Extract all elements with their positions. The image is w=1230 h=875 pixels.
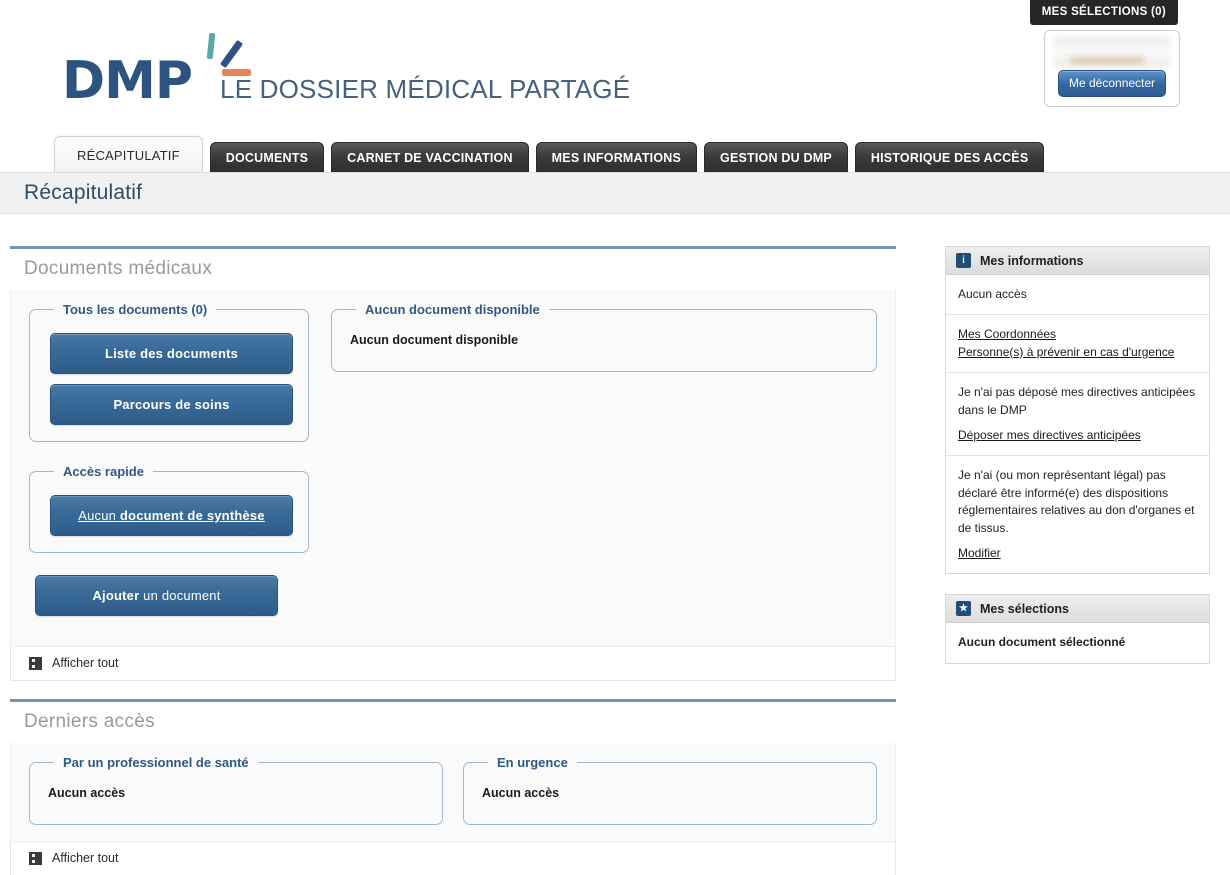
tab-historique-acces[interactable]: HISTORIQUE DES ACCÈS: [854, 141, 1045, 172]
fieldset-par-professionnel: Par un professionnel de santé Aucun accè…: [29, 755, 443, 825]
my-selections-tab[interactable]: MES SÉLECTIONS (0): [1029, 0, 1178, 25]
panel-derniers-acces: Derniers accès Par un professionnel de s…: [10, 699, 896, 875]
widget-mes-informations: i Mes informations Aucun accès Mes Coord…: [945, 246, 1210, 575]
ajouter-un-document-button[interactable]: Ajouter un document: [35, 575, 278, 616]
widget-mes-selections-header: ★ Mes sélections: [946, 595, 1209, 624]
widget-mes-informations-header: i Mes informations: [946, 247, 1209, 275]
page-title-bar: Récapitulatif: [0, 172, 1230, 214]
mes-selections-empty: Aucun document sélectionné: [958, 635, 1126, 650]
organes-text: Je n'ai (ou mon représentant légal) pas …: [958, 468, 1195, 535]
tab-carnet-vaccination[interactable]: CARNET DE VACCINATION: [331, 141, 529, 172]
panel-documents-header: Documents médicaux: [10, 246, 896, 290]
logo-teal-tick-icon: [206, 32, 216, 60]
mes-informations-links: Mes Coordonnées Personne(s) à prévenir e…: [946, 315, 1209, 374]
ajouter-rest: un document: [139, 588, 221, 603]
fieldset-en-urgence: En urgence Aucun accès: [463, 755, 877, 825]
acces-urgence-wrap: En urgence Aucun accès: [463, 755, 877, 825]
acces-row: Par un professionnel de santé Aucun accè…: [29, 755, 877, 825]
documents-right-column: Aucun document disponible Aucun document…: [331, 302, 877, 372]
logo-tagline: LE DOSSIER MÉDICAL PARTAGÉ: [220, 74, 631, 104]
panel-acces-body: Par un professionnel de santé Aucun accè…: [10, 743, 896, 841]
info-icon: i: [956, 253, 971, 268]
fieldset-en-urgence-legend: En urgence: [497, 755, 568, 770]
acces-professionnel-text: Aucun accès: [48, 786, 126, 800]
link-deposer-directives[interactable]: Déposer mes directives anticipées: [958, 427, 1197, 444]
documents-bottom-column: Accès rapide Aucun document de synthèse …: [29, 464, 309, 616]
panel-documents-body: Tous les documents (0) Liste des documen…: [10, 290, 896, 646]
acces-afficher-tout-row[interactable]: Afficher tout: [10, 841, 896, 875]
parcours-de-soins-button[interactable]: Parcours de soins: [50, 384, 293, 425]
acces-afficher-tout-label: Afficher tout: [52, 851, 119, 865]
logo-wordmark: DMP: [62, 51, 193, 111]
aucun-document-text: Aucun document disponible: [350, 333, 519, 347]
widget-mes-informations-title: Mes informations: [980, 253, 1084, 268]
fieldset-tous-les-documents: Tous les documents (0) Liste des documen…: [29, 302, 309, 442]
panel-documents-title: Documents médicaux: [24, 258, 213, 279]
widget-mes-selections-title: Mes sélections: [980, 601, 1069, 616]
directives-text: Je n'ai pas déposé mes directives antici…: [958, 385, 1196, 417]
widget-mes-selections: ★ Mes sélections Aucun document sélectio…: [945, 594, 1210, 664]
fieldset-acces-rapide: Accès rapide Aucun document de synthèse: [29, 464, 309, 553]
redacted-user-name: [1053, 37, 1171, 71]
documents-left-column: Tous les documents (0) Liste des documen…: [29, 302, 309, 442]
logo-blue-tick-icon: [219, 39, 244, 69]
documents-afficher-tout-row[interactable]: Afficher tout: [10, 646, 896, 681]
star-icon: ★: [956, 601, 971, 617]
tab-gestion-dmp[interactable]: GESTION DU DMP: [704, 141, 848, 172]
link-personne-a-prevenir[interactable]: Personne(s) à prévenir en cas d'urgence: [958, 344, 1197, 361]
logo-orange-bar-icon: [222, 69, 251, 76]
main-tabbar: RÉCAPITULATIF DOCUMENTS CARNET DE VACCIN…: [0, 136, 1230, 172]
ajouter-strong: Ajouter: [92, 588, 140, 603]
synthese-prefix: Aucun: [78, 508, 120, 523]
fieldset-aucun-document-legend: Aucun document disponible: [365, 302, 540, 317]
logout-button[interactable]: Me déconnecter: [1058, 70, 1167, 97]
documents-afficher-tout-label: Afficher tout: [52, 656, 119, 670]
tab-recapitulatif[interactable]: RÉCAPITULATIF: [54, 136, 203, 172]
fieldset-acces-rapide-legend: Accès rapide: [63, 464, 144, 479]
main-column: Documents médicaux Tous les documents (0…: [10, 246, 896, 875]
page-title: Récapitulatif: [24, 181, 143, 204]
panel-acces-header: Derniers accès: [10, 699, 896, 743]
page-root: DMP LE DOSSIER MÉDICAL PARTAGÉ MES SÉLEC…: [0, 0, 1230, 875]
synthese-strong: document de synthèse: [119, 508, 265, 523]
liste-des-documents-button[interactable]: Liste des documents: [50, 333, 293, 374]
site-header: DMP LE DOSSIER MÉDICAL PARTAGÉ MES SÉLEC…: [0, 0, 1230, 140]
mes-informations-directives: Je n'ai pas déposé mes directives antici…: [946, 373, 1209, 457]
panel-acces-title: Derniers accès: [24, 711, 155, 732]
document-de-synthese-button[interactable]: Aucun document de synthèse: [50, 495, 293, 536]
content-area: Documents médicaux Tous les documents (0…: [0, 214, 1230, 875]
fieldset-par-professionnel-legend: Par un professionnel de santé: [63, 755, 249, 770]
account-box: Me déconnecter: [1044, 30, 1180, 107]
logo-mark: DMP: [62, 32, 251, 111]
broken-image-icon: [29, 851, 42, 865]
mes-informations-aucun-acces: Aucun accès: [946, 275, 1209, 316]
documents-top-row: Tous les documents (0) Liste des documen…: [29, 302, 877, 442]
fieldset-tous-les-documents-legend: Tous les documents (0): [63, 302, 208, 317]
acces-urgence-text: Aucun accès: [482, 786, 560, 800]
link-modifier-organes[interactable]: Modifier: [958, 545, 1197, 562]
dmp-logo[interactable]: DMP LE DOSSIER MÉDICAL PARTAGÉ: [62, 32, 631, 111]
link-mes-coordonnees[interactable]: Mes Coordonnées: [958, 326, 1197, 343]
sidebar: i Mes informations Aucun accès Mes Coord…: [945, 246, 1210, 684]
acces-professionnel-wrap: Par un professionnel de santé Aucun accè…: [29, 755, 443, 825]
panel-documents-medicaux: Documents médicaux Tous les documents (0…: [10, 246, 896, 681]
tab-mes-informations[interactable]: MES INFORMATIONS: [535, 141, 698, 172]
fieldset-aucun-document-disponible: Aucun document disponible Aucun document…: [331, 302, 877, 372]
mes-informations-organes: Je n'ai (ou mon représentant légal) pas …: [946, 456, 1209, 573]
broken-image-icon: [29, 656, 42, 670]
tab-documents[interactable]: DOCUMENTS: [209, 141, 325, 172]
